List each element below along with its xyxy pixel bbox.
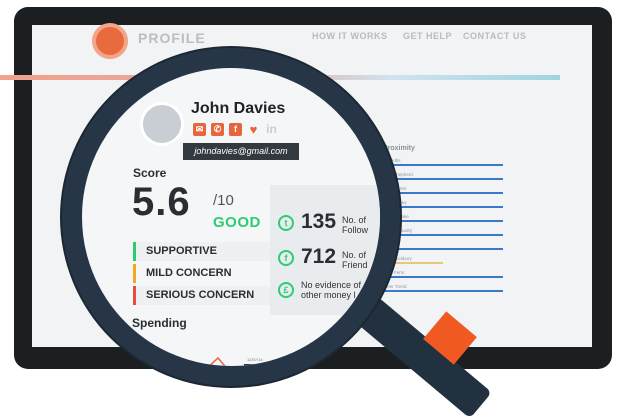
category-supportive: SUPPORTIVE: [133, 242, 270, 261]
facebook-icon[interactable]: f: [229, 123, 242, 136]
profile-logo-icon[interactable]: [92, 23, 128, 59]
logo-text: PROFILE: [138, 30, 206, 46]
linkedin-icon[interactable]: in: [265, 123, 278, 136]
money-evidence-text: No evidence of other money l: [301, 280, 362, 300]
proximity-row: James Blake: [383, 214, 503, 222]
money-icon: £: [278, 282, 294, 298]
proximity-row: Tom Shiney: [383, 200, 503, 208]
score-out-of: /10: [213, 192, 234, 209]
proximity-row: John Fenn: [383, 270, 503, 278]
proximity-row: Sam Lockbury: [383, 256, 503, 264]
score-rating: GOOD: [213, 214, 261, 231]
spending-label: Spending: [132, 316, 187, 330]
phone-icon[interactable]: ✆: [211, 123, 224, 136]
followers-label: No. of Follow: [342, 215, 369, 235]
proximity-row: Jan Vrik: [383, 242, 503, 250]
profile-name: John Davies: [191, 100, 286, 117]
friends-label: No. of Friend: [342, 250, 368, 270]
friends-count: 712: [301, 245, 337, 268]
email-tooltip: johndavies@gmail.com: [183, 143, 299, 160]
avatar: [140, 102, 184, 146]
nav-get-help[interactable]: GET HELP: [403, 31, 452, 41]
category-mild-concern: MILD CONCERN: [133, 264, 270, 283]
nav-how-it-works[interactable]: HOW IT WORKS: [312, 31, 388, 41]
score-label: Score: [133, 166, 167, 180]
followers-count: 135: [301, 210, 337, 233]
proximity-row: Erik Albs: [383, 158, 503, 166]
magnifier-lens: John Davies ✉ ✆ f ♥ in johndavies@gmail.…: [62, 48, 400, 386]
twitter-icon[interactable]: ♥: [247, 123, 260, 136]
proximity-title: Proximity: [383, 145, 415, 152]
category-serious-concern: SERIOUS CONCERN: [133, 286, 270, 305]
proximity-row: John Carter: [383, 186, 503, 194]
score-value: 5.6: [132, 180, 191, 224]
proximity-row: Harold Gaudry: [383, 228, 503, 236]
twitter-icon: t: [278, 215, 294, 231]
facebook-icon: f: [278, 250, 294, 266]
proximity-row: Peter Trend: [383, 284, 503, 292]
email-icon[interactable]: ✉: [193, 123, 206, 136]
nav-contact-us[interactable]: CONTACT US: [463, 31, 526, 41]
proximity-row: Paul Shepherd: [383, 172, 503, 180]
